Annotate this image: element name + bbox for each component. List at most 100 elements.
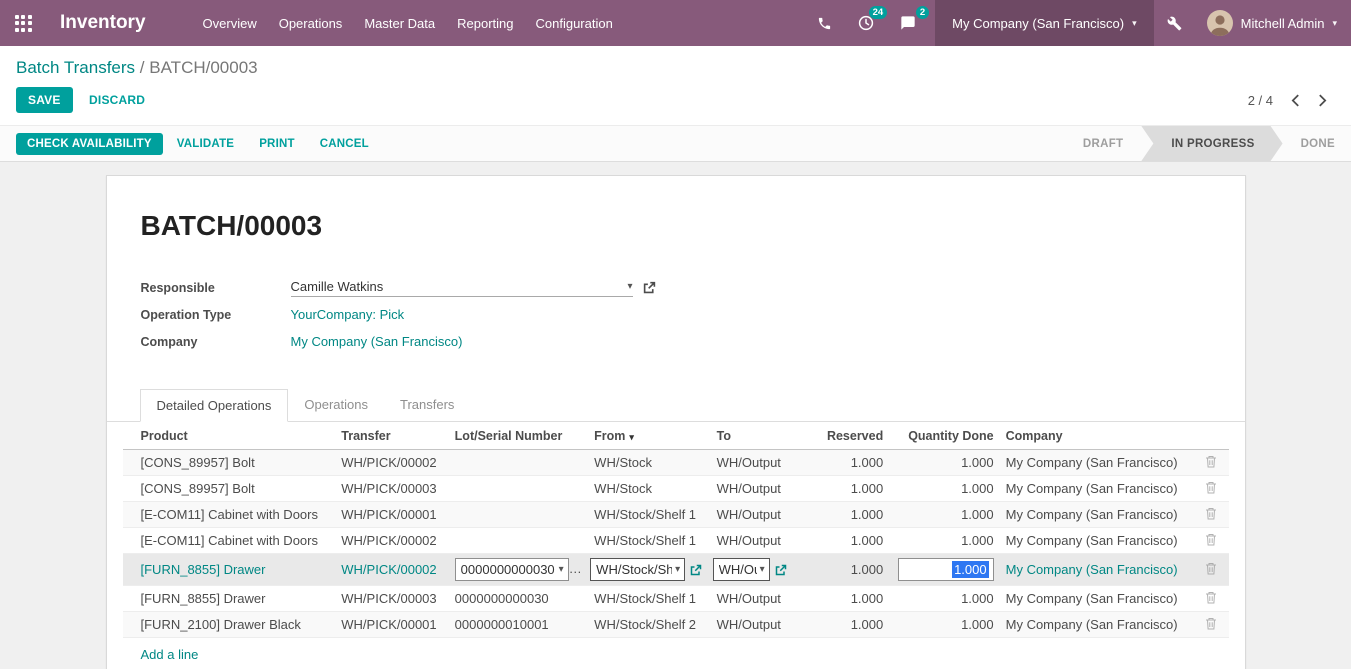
col-header-done[interactable]: Quantity Done — [889, 422, 999, 450]
avatar — [1207, 10, 1233, 36]
to-location-input[interactable] — [719, 562, 757, 577]
menu-configuration[interactable]: Configuration — [525, 10, 624, 37]
cell-done-edit: 1.000 — [889, 554, 999, 586]
col-header-to[interactable]: To — [711, 422, 813, 450]
table-header-row: Product Transfer Lot/Serial Number From▾… — [123, 422, 1229, 450]
table-row[interactable]: [FURN_8855] Drawer WH/PICK/00003 0000000… — [123, 586, 1229, 612]
cell-product[interactable]: [FURN_8855] Drawer — [123, 554, 336, 586]
cell-company: My Company (San Francisco) — [1000, 502, 1195, 528]
table-row[interactable]: [FURN_2100] Drawer Black WH/PICK/00001 0… — [123, 612, 1229, 638]
user-menu[interactable]: Mitchell Admin ▾ — [1195, 0, 1351, 46]
col-header-from[interactable]: From▾ — [588, 422, 710, 450]
external-link-icon[interactable] — [690, 564, 702, 576]
cell-product: [E-COM11] Cabinet with Doors — [123, 528, 336, 554]
print-button[interactable]: PRINT — [248, 133, 306, 155]
cell-done: 1.000 — [889, 476, 999, 502]
quantity-done-selected-text: 1.000 — [952, 561, 989, 578]
responsible-field[interactable]: Camille Watkins ▾ — [291, 279, 633, 297]
field-label-operation-type: Operation Type — [141, 308, 291, 322]
cell-reserved: 1.000 — [813, 586, 889, 612]
cancel-button[interactable]: CANCEL — [309, 133, 380, 155]
delete-row-icon[interactable] — [1205, 591, 1217, 604]
messages-icon[interactable]: 2 — [887, 0, 929, 46]
tab-detailed-operations[interactable]: Detailed Operations — [140, 389, 289, 422]
save-button[interactable]: SAVE — [16, 87, 73, 113]
add-line-link[interactable]: Add a line — [141, 647, 199, 662]
cell-from: WH/Stock/Shelf 1 — [588, 586, 710, 612]
check-availability-button[interactable]: CHECK AVAILABILITY — [16, 133, 163, 155]
cell-to: WH/Output — [711, 586, 813, 612]
delete-row-icon[interactable] — [1205, 562, 1217, 575]
table-row[interactable]: [CONS_89957] Bolt WH/PICK/00003 WH/Stock… — [123, 476, 1229, 502]
cell-reserved: 1.000 — [813, 612, 889, 638]
delete-row-icon[interactable] — [1205, 481, 1217, 494]
from-location-input[interactable] — [596, 562, 672, 577]
col-header-lot[interactable]: Lot/Serial Number — [449, 422, 589, 450]
phone-icon[interactable] — [804, 0, 845, 46]
chevron-down-icon[interactable]: ▾ — [760, 564, 765, 575]
col-header-product[interactable]: Product — [123, 422, 336, 450]
delete-row-icon[interactable] — [1205, 617, 1217, 630]
col-header-company[interactable]: Company — [1000, 422, 1195, 450]
cell-done: 1.000 — [889, 450, 999, 476]
status-in-progress[interactable]: IN PROGRESS — [1141, 126, 1282, 161]
breadcrumb: Batch Transfers / BATCH/00003 — [16, 58, 1335, 78]
external-link-icon[interactable] — [775, 564, 787, 576]
cp-buttons: SAVE DISCARD — [16, 87, 157, 113]
tab-operations[interactable]: Operations — [288, 389, 384, 422]
quantity-done-input[interactable]: 1.000 — [898, 558, 994, 581]
cell-transfer: WH/PICK/00001 — [335, 502, 448, 528]
apps-menu-button[interactable] — [0, 0, 46, 46]
delete-row-icon[interactable] — [1205, 507, 1217, 520]
status-draft[interactable]: DRAFT — [1067, 126, 1139, 161]
developer-wrench-icon[interactable] — [1154, 0, 1195, 46]
cell-reserved: 1.000 — [813, 476, 889, 502]
cell-from: WH/Stock/Shelf 1 — [588, 528, 710, 554]
cell-done: 1.000 — [889, 586, 999, 612]
menu-reporting[interactable]: Reporting — [446, 10, 524, 37]
activities-clock-icon[interactable]: 24 — [845, 0, 887, 46]
cell-company: My Company (San Francisco) — [1000, 586, 1195, 612]
breadcrumb-batch-transfers[interactable]: Batch Transfers — [16, 58, 135, 77]
messages-badge: 2 — [916, 6, 929, 19]
delete-row-icon[interactable] — [1205, 533, 1217, 546]
lot-serial-input[interactable] — [461, 562, 556, 577]
cell-to: WH/Output — [711, 502, 813, 528]
chevron-down-icon[interactable]: ▾ — [675, 564, 680, 575]
pager-previous-icon[interactable] — [1283, 90, 1308, 111]
cell-company: My Company (San Francisco) — [1000, 476, 1195, 502]
col-header-transfer[interactable]: Transfer — [335, 422, 448, 450]
table-row[interactable]: [CONS_89957] Bolt WH/PICK/00002 WH/Stock… — [123, 450, 1229, 476]
menu-master-data[interactable]: Master Data — [353, 10, 446, 37]
menu-operations[interactable]: Operations — [268, 10, 354, 37]
operation-type-link[interactable]: YourCompany: Pick — [291, 307, 405, 322]
cell-done: 1.000 — [889, 502, 999, 528]
pager-next-icon[interactable] — [1310, 90, 1335, 111]
cell-product: [CONS_89957] Bolt — [123, 476, 336, 502]
validate-button[interactable]: VALIDATE — [166, 133, 245, 155]
table-row-editing[interactable]: [FURN_8855] Drawer WH/PICK/00002 ▾ ▾ ▾ 1… — [123, 554, 1229, 586]
chevron-down-icon: ▾ — [1132, 18, 1137, 29]
cell-done: 1.000 — [889, 528, 999, 554]
app-name[interactable]: Inventory — [60, 12, 146, 34]
external-link-icon[interactable] — [643, 281, 656, 294]
delete-row-icon[interactable] — [1205, 455, 1217, 468]
breadcrumb-separator: / — [140, 58, 145, 77]
cell-company: My Company (San Francisco) — [1000, 612, 1195, 638]
menu-overview[interactable]: Overview — [192, 10, 268, 37]
cell-lot — [449, 528, 589, 554]
sort-indicator-icon: ▾ — [629, 432, 634, 442]
cell-reserved: 1.000 — [813, 502, 889, 528]
table-row[interactable]: [E-COM11] Cabinet with Doors WH/PICK/000… — [123, 528, 1229, 554]
status-done[interactable]: DONE — [1285, 126, 1351, 161]
col-header-reserved[interactable]: Reserved — [813, 422, 889, 450]
chevron-down-icon[interactable]: ▾ — [627, 281, 632, 292]
discard-button[interactable]: DISCARD — [77, 87, 157, 113]
tab-transfers[interactable]: Transfers — [384, 389, 470, 422]
cell-company[interactable]: My Company (San Francisco) — [1000, 554, 1195, 586]
table-row[interactable]: [E-COM11] Cabinet with Doors WH/PICK/000… — [123, 502, 1229, 528]
company-link[interactable]: My Company (San Francisco) — [291, 334, 463, 349]
chevron-down-icon[interactable]: ▾ — [559, 564, 564, 575]
cell-transfer[interactable]: WH/PICK/00002 — [335, 554, 448, 586]
company-switcher[interactable]: My Company (San Francisco) ▾ — [935, 0, 1153, 46]
